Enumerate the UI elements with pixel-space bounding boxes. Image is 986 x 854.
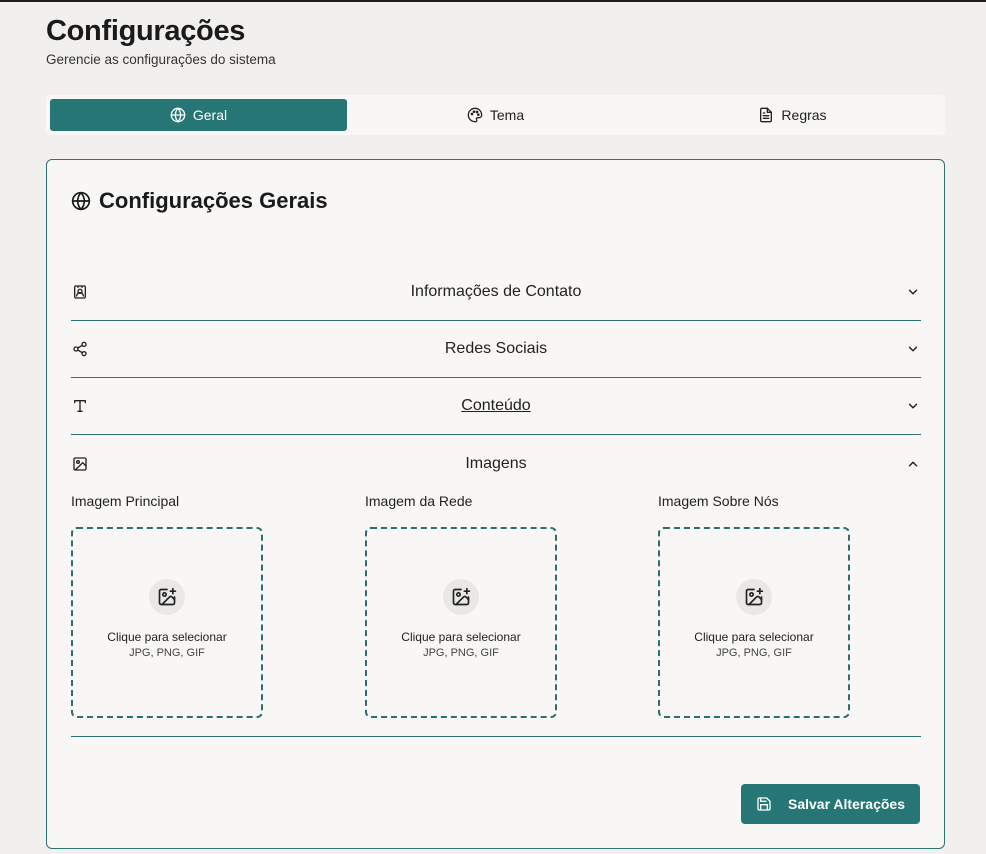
page-header: Configurações Gerencie as configurações …: [46, 15, 276, 67]
save-icon: [757, 797, 771, 811]
chevron-down-icon: [908, 346, 918, 352]
dropzone-hint: JPG, PNG, GIF: [423, 646, 499, 659]
chevron-down-icon: [908, 403, 918, 409]
globe-icon: [170, 107, 186, 123]
section-label: Imagens: [465, 454, 527, 472]
uploader-label: Imagem Principal: [71, 493, 180, 509]
uploader-label: Imagem Sobre Nós: [658, 493, 779, 509]
text-icon: [74, 400, 86, 412]
uploader-imagem-rede: Imagem da Rede Clique para selecionar JP…: [365, 493, 557, 718]
card-title-text: Configurações Gerais: [99, 188, 328, 213]
card-title: Configurações Gerais: [71, 188, 328, 214]
section-imagens-header[interactable]: Imagens: [71, 435, 921, 492]
page-subtitle: Gerencie as configurações do sistema: [46, 52, 276, 67]
image-plus-icon: [452, 587, 471, 605]
dropzone-title: Clique para selecionar: [107, 629, 227, 644]
chevron-down-icon: [908, 289, 918, 295]
image-plus-icon: [158, 587, 177, 605]
settings-card: Configurações Gerais Informações de Cont…: [46, 159, 945, 849]
section-label: Informações de Contato: [410, 283, 582, 300]
image-plus-icon-wrap: [443, 578, 479, 615]
section-redes-sociais[interactable]: Redes Sociais: [71, 321, 921, 378]
dropzone-hint: JPG, PNG, GIF: [129, 646, 205, 659]
contact-card-icon: [74, 285, 86, 299]
dropzone-title: Clique para selecionar: [694, 629, 814, 644]
tab-geral[interactable]: Geral: [50, 99, 347, 131]
palette-icon: [467, 107, 483, 123]
image-icon: [73, 456, 87, 471]
share-icon: [73, 341, 87, 357]
image-plus-icon-wrap: [149, 578, 185, 615]
section-contato[interactable]: Informações de Contato: [71, 264, 921, 321]
document-icon: [760, 107, 773, 123]
section-label: Redes Sociais: [444, 340, 548, 357]
dropzone-title: Clique para selecionar: [401, 629, 521, 644]
tab-label: Tema: [489, 107, 525, 123]
dropzone-imagem-principal[interactable]: Clique para selecionar JPG, PNG, GIF: [71, 527, 263, 718]
section-imagens: Imagens Imagem Principal Clique para sel…: [71, 435, 921, 737]
image-plus-icon-wrap: [736, 578, 772, 615]
save-button-label: Salvar Alterações: [788, 796, 905, 812]
section-label: Conteúdo: [461, 397, 531, 414]
tab-regras[interactable]: Regras: [644, 99, 941, 131]
image-plus-icon: [745, 587, 764, 605]
dropzone-hint: JPG, PNG, GIF: [716, 646, 792, 659]
tab-tema[interactable]: Tema: [347, 99, 644, 131]
chevron-up-icon: [908, 461, 918, 466]
uploader-imagem-sobre-nos: Imagem Sobre Nós Clique para selecionar …: [658, 493, 850, 718]
dropzone-imagem-rede[interactable]: Clique para selecionar JPG, PNG, GIF: [365, 527, 557, 718]
dropzone-imagem-sobre-nos[interactable]: Clique para selecionar JPG, PNG, GIF: [658, 527, 850, 718]
uploader-imagem-principal: Imagem Principal Clique para selecionar …: [71, 493, 263, 718]
save-button[interactable]: Salvar Alterações: [741, 784, 920, 824]
globe-icon: [71, 191, 91, 211]
page-title: Configurações: [46, 15, 246, 47]
tab-bar: Geral Tema Regras: [46, 95, 945, 135]
tab-label: Geral: [192, 107, 228, 123]
uploader-label: Imagem da Rede: [365, 493, 473, 509]
section-conteudo[interactable]: Conteúdo: [71, 378, 921, 435]
tab-label: Regras: [781, 107, 827, 123]
